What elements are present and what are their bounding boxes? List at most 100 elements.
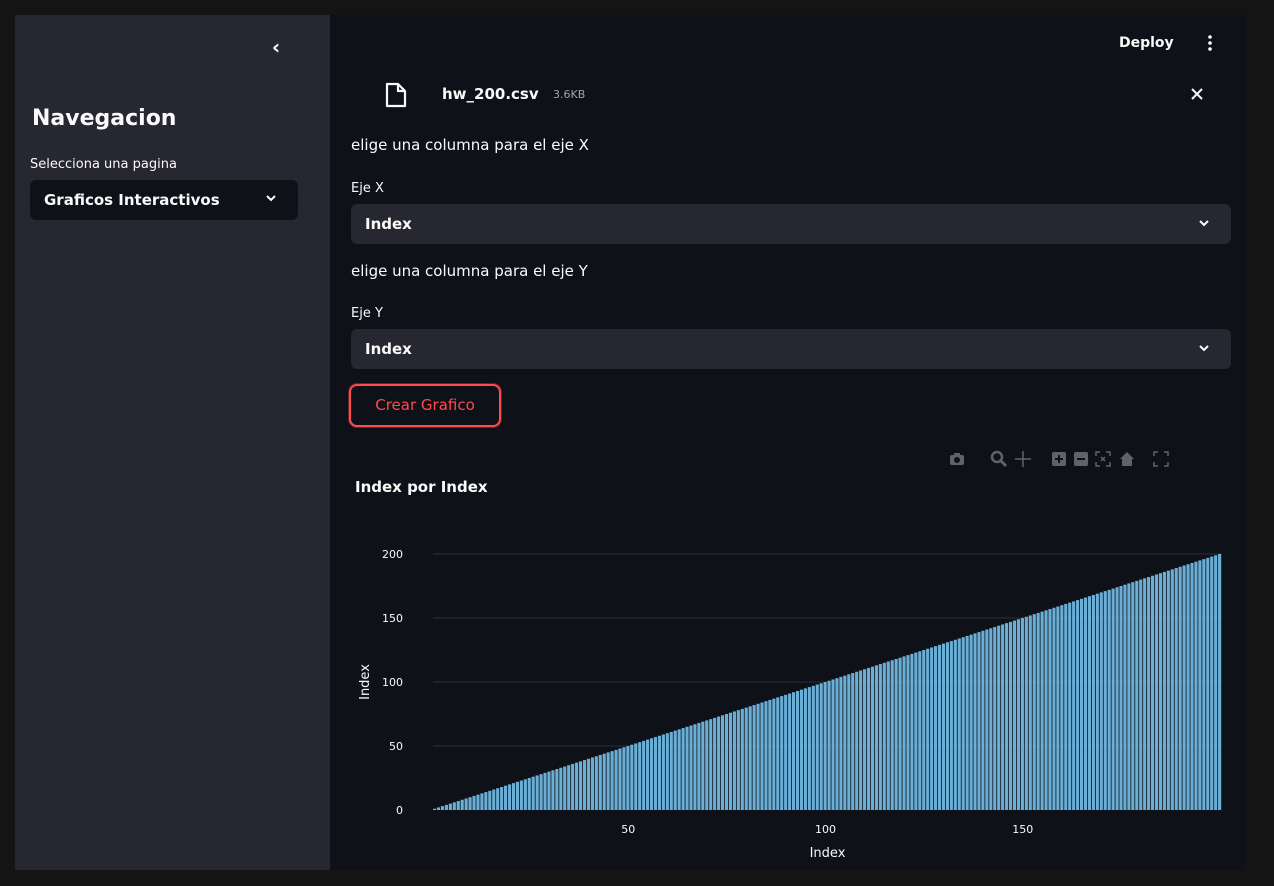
chart-bar bbox=[1150, 575, 1155, 810]
autoscale-icon[interactable] bbox=[1094, 450, 1112, 468]
chart-bar bbox=[934, 646, 938, 810]
chart-bar bbox=[760, 702, 764, 810]
chart-bar bbox=[653, 737, 658, 810]
chart-bar bbox=[898, 657, 902, 810]
chart-bar bbox=[717, 716, 721, 810]
chart-title: Index por Index bbox=[355, 478, 488, 496]
chart-bar bbox=[436, 807, 441, 810]
chart-bar bbox=[1162, 571, 1166, 810]
chart-bar bbox=[1139, 579, 1143, 810]
camera-icon[interactable] bbox=[948, 450, 966, 468]
chart-bar bbox=[772, 698, 776, 810]
deploy-button[interactable]: Deploy bbox=[1119, 35, 1174, 51]
x-tick-label: 100 bbox=[815, 823, 836, 836]
chart-bar bbox=[851, 673, 855, 810]
pan-icon[interactable] bbox=[1014, 450, 1032, 468]
page-select-label: Selecciona una pagina bbox=[30, 157, 177, 172]
window-frame-left bbox=[0, 0, 15, 886]
bar-chart: 0 50 100 150 200 50 100 150 Index Index bbox=[358, 548, 1222, 861]
chart-bar bbox=[985, 629, 989, 810]
chart-bar bbox=[689, 725, 693, 810]
chart-bar bbox=[720, 715, 725, 810]
y-tick-label: 50 bbox=[389, 740, 403, 753]
chart-bar bbox=[878, 664, 882, 810]
y-tick-label: 0 bbox=[396, 804, 403, 817]
file-name: hw_200.csv bbox=[442, 85, 539, 103]
chart-bar bbox=[1154, 574, 1159, 810]
chart-bar bbox=[669, 731, 673, 810]
chart-bar bbox=[567, 765, 571, 810]
chart-bar bbox=[752, 705, 756, 810]
chart-bar bbox=[1076, 600, 1080, 810]
chart-bar bbox=[630, 744, 634, 810]
chart-bar bbox=[488, 790, 492, 810]
window-frame-bottom bbox=[0, 870, 1274, 886]
y-tick-label: 150 bbox=[382, 612, 403, 625]
chart-bar bbox=[788, 693, 792, 810]
chart-bar bbox=[709, 719, 713, 810]
chart-bar bbox=[472, 795, 476, 810]
chart-bar bbox=[803, 688, 807, 810]
chart-bar bbox=[926, 648, 930, 810]
chart-bar bbox=[969, 634, 973, 810]
chart-bar bbox=[1190, 562, 1194, 810]
chart-bar bbox=[839, 676, 843, 810]
chart-bar bbox=[874, 665, 878, 810]
chart-bar bbox=[1052, 607, 1056, 810]
chart-bar bbox=[1036, 612, 1040, 810]
chart-bar bbox=[1028, 615, 1032, 810]
chart-bar bbox=[945, 642, 949, 810]
chart-bar bbox=[480, 793, 484, 810]
chart-bar bbox=[535, 775, 539, 810]
chart-bar bbox=[1214, 555, 1218, 810]
chart-bar bbox=[855, 671, 859, 810]
chart-bar bbox=[744, 707, 748, 810]
chart-bar bbox=[768, 699, 772, 810]
chart-bar bbox=[914, 652, 918, 810]
chart-bar bbox=[444, 804, 448, 810]
chart-bar bbox=[527, 778, 531, 810]
page-select[interactable]: Graficos Interactivos bbox=[30, 180, 298, 220]
chart-bar bbox=[732, 711, 736, 810]
chart-bar bbox=[1107, 589, 1111, 810]
y-axis-select[interactable]: Index bbox=[351, 329, 1231, 369]
chart-bar bbox=[657, 735, 662, 810]
chart-bar bbox=[843, 675, 847, 810]
chart-bar bbox=[578, 761, 583, 810]
chart-bar bbox=[1135, 580, 1139, 810]
chart-bar bbox=[776, 697, 780, 810]
kebab-menu-icon[interactable] bbox=[1203, 33, 1217, 53]
fullscreen-icon[interactable] bbox=[1152, 450, 1170, 468]
zoom-icon[interactable] bbox=[990, 450, 1008, 468]
chart-bar bbox=[547, 771, 551, 810]
chart-bar bbox=[507, 784, 512, 810]
chart-bar bbox=[551, 770, 555, 810]
close-icon[interactable] bbox=[1186, 83, 1208, 105]
chevron-left-icon[interactable]: ‹ bbox=[266, 35, 286, 59]
create-chart-button[interactable]: Crear Grafico bbox=[349, 384, 501, 427]
chart-bar bbox=[902, 656, 906, 810]
chart-bar bbox=[555, 769, 559, 810]
zoom-in-icon[interactable] bbox=[1050, 450, 1068, 468]
chart-bar bbox=[1048, 609, 1052, 810]
home-icon[interactable] bbox=[1118, 450, 1136, 468]
chart-bar bbox=[827, 680, 831, 810]
chart-bar bbox=[685, 726, 689, 810]
chart-bar bbox=[460, 799, 464, 810]
chart-bar bbox=[504, 785, 508, 810]
chart-bar bbox=[724, 714, 729, 810]
chart-bar bbox=[918, 651, 922, 810]
chart-bar bbox=[563, 766, 567, 810]
x-axis-title: Index bbox=[810, 846, 846, 861]
chart-bar bbox=[618, 748, 622, 810]
file-icon bbox=[385, 82, 407, 108]
chart-bar bbox=[882, 662, 886, 810]
chart-bar bbox=[1127, 583, 1131, 810]
chart-bar bbox=[681, 728, 685, 810]
chart-bar bbox=[1174, 568, 1178, 810]
zoom-out-icon[interactable] bbox=[1072, 450, 1090, 468]
x-axis-select[interactable]: Index bbox=[351, 204, 1231, 244]
chart-bar bbox=[973, 633, 977, 810]
chart-bar bbox=[1182, 565, 1186, 810]
chart-bar bbox=[922, 650, 926, 810]
